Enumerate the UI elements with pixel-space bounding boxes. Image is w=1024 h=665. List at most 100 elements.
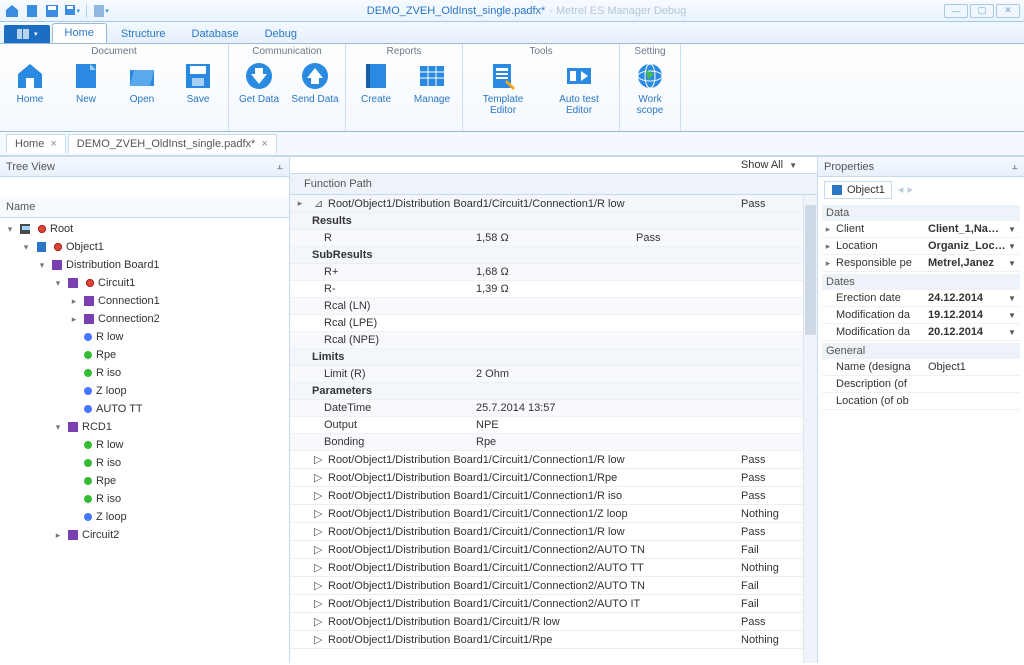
tree-node[interactable]: R low bbox=[0, 328, 289, 346]
save-button[interactable]: Save bbox=[174, 60, 222, 105]
property-expander[interactable]: ▸ bbox=[822, 224, 834, 235]
grid-row[interactable]: ▷Root/Object1/Distribution Board1/Circui… bbox=[290, 523, 817, 541]
chevron-down-icon[interactable]: ▼ bbox=[1008, 259, 1020, 268]
row-expander[interactable]: ▷ bbox=[310, 451, 324, 468]
property-value[interactable] bbox=[926, 382, 1008, 386]
properties-object-tab[interactable]: Object1 bbox=[824, 181, 892, 199]
row-expander[interactable]: ▷ bbox=[310, 631, 324, 648]
tree-expander[interactable]: ▾ bbox=[20, 242, 32, 253]
qat-paste-icon[interactable]: ▾ bbox=[93, 3, 109, 19]
close-icon[interactable]: × bbox=[261, 138, 267, 150]
row-expander[interactable]: ▷ bbox=[310, 505, 324, 522]
property-value[interactable]: Organiz_Loc1... bbox=[926, 238, 1008, 254]
file-menu-button[interactable]: ▾ bbox=[4, 25, 50, 43]
row-expander[interactable]: ▷ bbox=[310, 577, 324, 594]
row-expander[interactable]: ▷ bbox=[310, 559, 324, 576]
qat-save-icon[interactable] bbox=[44, 3, 60, 19]
close-icon[interactable]: × bbox=[50, 138, 56, 150]
minimize-button[interactable]: — bbox=[944, 4, 968, 18]
vertical-scrollbar[interactable] bbox=[803, 195, 817, 663]
tree-expander[interactable]: ▾ bbox=[4, 224, 16, 235]
property-row[interactable]: Modification da19.12.2014▼ bbox=[822, 307, 1020, 324]
template-editor-button[interactable]: Template Editor bbox=[469, 60, 537, 116]
tree-node[interactable]: R low bbox=[0, 436, 289, 454]
grid-body[interactable]: ▸⊿Root/Object1/Distribution Board1/Circu… bbox=[290, 195, 817, 663]
filter-showall[interactable]: Show All▼ bbox=[290, 157, 817, 173]
grid-row[interactable]: ▷Root/Object1/Distribution Board1/Circui… bbox=[290, 451, 817, 469]
tree-expander[interactable]: ▸ bbox=[68, 296, 80, 307]
tree-node[interactable]: ▾Circuit1 bbox=[0, 274, 289, 292]
property-row[interactable]: Modification da20.12.2014▼ bbox=[822, 324, 1020, 341]
tree-node[interactable]: AUTO TT bbox=[0, 400, 289, 418]
tab-debug[interactable]: Debug bbox=[253, 25, 309, 43]
tree-node[interactable]: R iso bbox=[0, 364, 289, 382]
property-expander[interactable]: ▸ bbox=[822, 258, 834, 269]
property-value[interactable]: 20.12.2014 bbox=[926, 324, 1008, 340]
qat-home-icon[interactable] bbox=[4, 3, 20, 19]
property-row[interactable]: Erection date24.12.2014▼ bbox=[822, 290, 1020, 307]
workscope-button[interactable]: Work scope bbox=[626, 60, 674, 116]
document-tab[interactable]: Home× bbox=[6, 134, 66, 153]
property-value[interactable] bbox=[926, 399, 1008, 403]
grid-row[interactable]: ▷Root/Object1/Distribution Board1/Circui… bbox=[290, 631, 817, 649]
nav-arrows[interactable]: ◂▸ bbox=[898, 183, 913, 196]
row-expander[interactable]: ▷ bbox=[310, 613, 324, 630]
pin-icon[interactable]: ⫠ bbox=[276, 160, 283, 173]
tree-expander[interactable]: ▾ bbox=[52, 278, 64, 289]
close-button[interactable]: ✕ bbox=[996, 4, 1020, 18]
pin-icon[interactable]: ⫠ bbox=[1011, 160, 1018, 173]
tree-expander[interactable]: ▸ bbox=[68, 314, 80, 325]
chevron-down-icon[interactable]: ▼ bbox=[1008, 311, 1020, 320]
chevron-down-icon[interactable]: ▼ bbox=[1008, 242, 1020, 251]
home-button[interactable]: Home bbox=[6, 60, 54, 105]
tab-database[interactable]: Database bbox=[180, 25, 251, 43]
tree-column-header[interactable]: Name bbox=[0, 197, 289, 218]
property-value[interactable]: Client_1,Nam... bbox=[926, 221, 1008, 237]
grid-header[interactable]: Function Path bbox=[290, 173, 817, 195]
senddata-button[interactable]: Send Data bbox=[291, 60, 339, 105]
tree-node[interactable]: ▸Connection2 bbox=[0, 310, 289, 328]
manage-button[interactable]: Manage bbox=[408, 60, 456, 105]
tree-node[interactable]: ▸Connection1 bbox=[0, 292, 289, 310]
tree-body[interactable]: ▾Root▾Object1▾Distribution Board1▾Circui… bbox=[0, 218, 289, 663]
grid-row[interactable]: ▷Root/Object1/Distribution Board1/Circui… bbox=[290, 613, 817, 631]
property-row[interactable]: ▸LocationOrganiz_Loc1...▼ bbox=[822, 238, 1020, 255]
create-button[interactable]: Create bbox=[352, 60, 400, 105]
new-button[interactable]: New bbox=[62, 60, 110, 105]
tab-home[interactable]: Home bbox=[52, 23, 107, 43]
tree-node[interactable]: Z loop bbox=[0, 508, 289, 526]
property-row[interactable]: ▸ClientClient_1,Nam...▼ bbox=[822, 221, 1020, 238]
chevron-down-icon[interactable]: ▼ bbox=[1008, 225, 1020, 234]
property-expander[interactable]: ▸ bbox=[822, 241, 834, 252]
property-row[interactable]: Location (of ob bbox=[822, 393, 1020, 410]
qat-new-icon[interactable] bbox=[24, 3, 40, 19]
grid-row[interactable]: ▷Root/Object1/Distribution Board1/Circui… bbox=[290, 541, 817, 559]
tree-node[interactable]: ▸Circuit2 bbox=[0, 526, 289, 544]
tree-node[interactable]: Rpe bbox=[0, 472, 289, 490]
tree-node[interactable]: Z loop bbox=[0, 382, 289, 400]
grid-row[interactable]: ▷Root/Object1/Distribution Board1/Circui… bbox=[290, 469, 817, 487]
grid-row[interactable]: ▷Root/Object1/Distribution Board1/Circui… bbox=[290, 595, 817, 613]
row-expander[interactable]: ▷ bbox=[310, 595, 324, 612]
row-expander[interactable]: ▷ bbox=[310, 469, 324, 486]
tree-node[interactable]: Rpe bbox=[0, 346, 289, 364]
property-row[interactable]: Description (of bbox=[822, 376, 1020, 393]
document-tab[interactable]: DEMO_ZVEH_OldInst_single.padfx*× bbox=[68, 134, 277, 153]
tree-expander[interactable]: ▾ bbox=[36, 260, 48, 271]
tree-node[interactable]: R iso bbox=[0, 454, 289, 472]
grid-row[interactable]: ▷Root/Object1/Distribution Board1/Circui… bbox=[290, 505, 817, 523]
tree-node[interactable]: ▾RCD1 bbox=[0, 418, 289, 436]
autotest-editor-button[interactable]: Auto test Editor bbox=[545, 60, 613, 116]
tree-expander[interactable]: ▾ bbox=[52, 422, 64, 433]
tree-node[interactable]: ▾Object1 bbox=[0, 238, 289, 256]
property-value[interactable]: 19.12.2014 bbox=[926, 307, 1008, 323]
row-expander[interactable]: ▷ bbox=[310, 523, 324, 540]
tree-node[interactable]: ▾Distribution Board1 bbox=[0, 256, 289, 274]
row-expander[interactable]: ▷ bbox=[310, 487, 324, 504]
row-expander[interactable]: ⊿ bbox=[310, 195, 324, 212]
property-row[interactable]: Name (designaObject1 bbox=[822, 359, 1020, 376]
grid-row[interactable]: ▷Root/Object1/Distribution Board1/Circui… bbox=[290, 577, 817, 595]
property-value[interactable]: Metrel,Janez bbox=[926, 255, 1008, 271]
row-expander[interactable]: ▷ bbox=[310, 541, 324, 558]
chevron-down-icon[interactable]: ▼ bbox=[1008, 294, 1020, 303]
